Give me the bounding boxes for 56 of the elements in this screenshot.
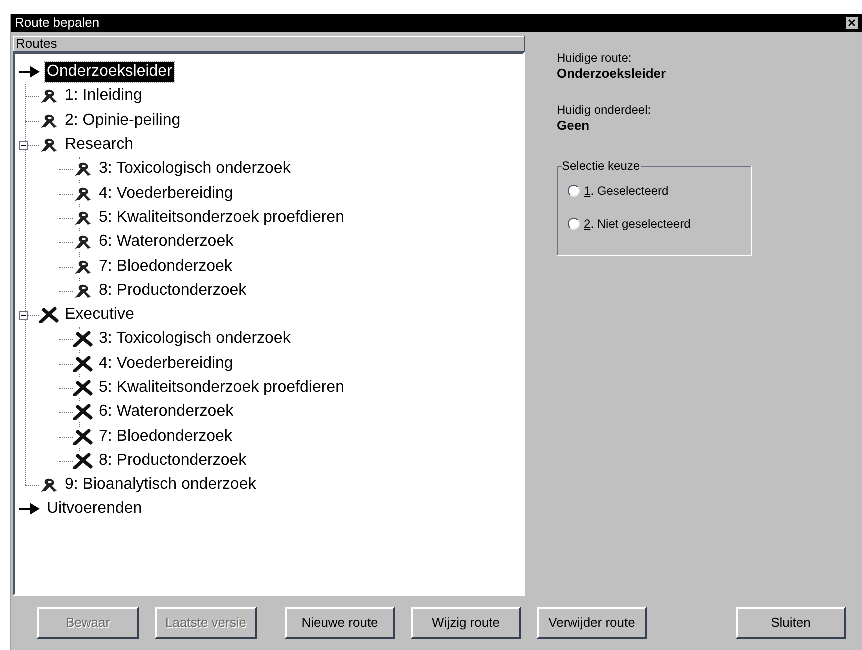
close-button[interactable]: [846, 17, 858, 29]
ribbon-icon: [73, 161, 93, 178]
tree-item[interactable]: 2: Opinie-peiling: [63, 110, 183, 131]
tree-item[interactable]: 9: Bioanalytisch onderzoek: [63, 475, 258, 496]
arrow-icon: [19, 502, 41, 516]
radio-option[interactable]: 1. Geselecteerd: [568, 183, 669, 199]
tree-item[interactable]: 8: Productonderzoek: [97, 280, 249, 301]
ribbon-icon: [73, 234, 93, 250]
collapse-toggle-icon[interactable]: [19, 310, 28, 320]
cross-icon: [73, 404, 93, 420]
tree-item[interactable]: 7: Bloedonderzoek: [97, 256, 234, 277]
ribbon-icon: [73, 186, 93, 202]
tree-item[interactable]: 6: Wateronderzoek: [97, 402, 236, 422]
cross-icon: [73, 331, 93, 348]
action-button[interactable]: Wijzig route: [411, 607, 521, 639]
tree-item[interactable]: 1: Inleiding: [63, 86, 144, 106]
tree-item[interactable]: 3: Toxicologisch onderzoek: [97, 159, 293, 180]
info-label: Huidige route:: [557, 50, 633, 66]
tree-item[interactable]: 6: Wateronderzoek: [97, 232, 236, 252]
info-label: Huidig onderdeel:: [557, 102, 652, 118]
cross-icon: [73, 428, 93, 445]
arrow-icon: [19, 65, 41, 80]
radio-button[interactable]: [568, 218, 580, 230]
window-title: Route bepalen: [15, 15, 100, 31]
ribbon-icon: [73, 282, 93, 299]
ribbon-icon: [39, 88, 59, 104]
tree-item[interactable]: Onderzoeksleider: [45, 62, 174, 82]
tree-item[interactable]: 8: Productonderzoek: [97, 450, 249, 471]
tree-item[interactable]: Executive: [63, 305, 136, 326]
tree-item[interactable]: 7: Bloedonderzoek: [97, 426, 234, 447]
tree-item[interactable]: 3: Toxicologisch onderzoek: [97, 329, 293, 350]
tree-item[interactable]: Uitvoerenden: [45, 499, 144, 520]
ribbon-icon: [73, 210, 93, 226]
close-dialog-button[interactable]: Sluiten: [736, 607, 846, 639]
close-icon: [848, 19, 856, 27]
cross-icon: [39, 307, 59, 324]
tree-item[interactable]: 4: Voederbereiding: [97, 184, 236, 204]
ribbon-icon: [39, 137, 59, 154]
cross-icon: [73, 452, 93, 469]
radio-option[interactable]: 2. Niet geselecteerd: [568, 216, 691, 232]
action-button[interactable]: Nieuwe route: [285, 607, 395, 639]
tree-item[interactable]: 4: Voederbereiding: [97, 354, 236, 374]
info-value: Geen: [557, 118, 591, 134]
cross-icon: [73, 380, 93, 396]
ribbon-icon: [73, 258, 93, 275]
ribbon-icon: [39, 477, 59, 494]
radio-button[interactable]: [568, 185, 580, 197]
collapse-toggle-icon[interactable]: [19, 140, 28, 150]
cross-icon: [73, 356, 93, 372]
info-value: Onderzoeksleider: [557, 66, 668, 82]
tree-item[interactable]: 5: Kwaliteitsonderzoek proefdieren: [97, 378, 346, 398]
ribbon-icon: [39, 112, 59, 129]
tree-item[interactable]: 5: Kwaliteitsonderzoek proefdieren: [97, 208, 346, 228]
action-button[interactable]: Verwijder route: [537, 607, 647, 639]
tree-item[interactable]: Research: [63, 135, 136, 156]
column-header: Routes: [13, 36, 525, 52]
